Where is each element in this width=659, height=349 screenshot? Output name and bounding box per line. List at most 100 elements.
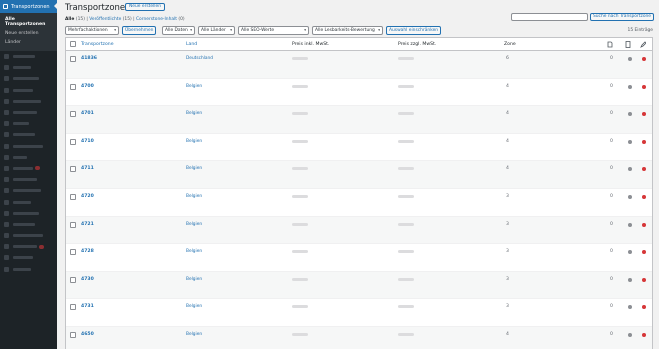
menu-label-blurred [13,200,31,204]
column-country[interactable]: Land [186,42,197,47]
country-link[interactable]: Belgien [186,332,202,337]
country-link[interactable]: Belgien [186,194,202,199]
country-link[interactable]: Belgien [186,111,202,116]
zone-name-link[interactable]: 4731 [81,304,94,309]
sidebar-item[interactable] [0,85,57,96]
menu-icon [4,143,9,149]
menu-label-blurred [13,234,43,238]
search-button[interactable]: Suche nach Transportzone [590,13,654,21]
submenu-countries[interactable]: Länder [0,38,57,47]
sidebar-item[interactable] [0,208,57,219]
country-link[interactable]: Belgien [186,166,202,171]
zones-table: Transportzone Land Preis inkl. MwSt. Pre… [65,37,653,349]
readability-status-dot [642,332,646,337]
row-checkbox[interactable] [70,56,76,62]
row-checkbox[interactable] [70,249,76,256]
page-title: Transportzonen [65,3,131,13]
zone-name-link[interactable]: 4700 [81,84,94,89]
sidebar-item[interactable] [0,129,57,140]
row-checkbox[interactable] [70,166,76,173]
countries-select[interactable]: Alle Länder ▾ [198,26,235,35]
view-cornerstone[interactable]: Cornerstone-Inhalt [136,17,177,22]
zone-name-link[interactable]: 4650 [81,332,94,337]
zone-name-link[interactable]: 4711 [81,166,94,171]
sidebar-item[interactable] [0,118,57,129]
add-new-button[interactable]: Neue erstellen [125,3,166,11]
country-link[interactable]: Belgien [186,277,202,282]
menu-label-blurred [13,245,37,249]
view-all[interactable]: Alle (15) [65,17,85,22]
sidebar-item[interactable] [0,241,57,252]
sidebar-item[interactable] [0,152,57,163]
country-link[interactable]: Belgien [186,304,202,309]
bulk-actions-select[interactable]: Mehrfachaktionen ▾ [65,26,119,35]
zone-name-link[interactable]: 4701 [81,111,94,116]
column-zone-name[interactable]: Transportzone [81,42,114,47]
menu-label-blurred [13,55,35,59]
readability-status-dot [642,139,646,144]
sidebar-item[interactable] [0,174,57,185]
menu-icon [4,132,9,138]
sidebar-item[interactable] [0,264,57,275]
sidebar-item[interactable] [0,219,57,230]
menu-label-blurred [13,122,29,126]
pencil-icon [640,41,646,48]
zone-name-link[interactable]: 4730 [81,277,94,282]
price-incl-blurred [292,139,308,143]
link-count: 0 [610,331,613,337]
sidebar-item[interactable] [0,185,57,196]
row-checkbox[interactable] [70,138,76,145]
country-link[interactable]: Belgien [186,249,202,254]
row-checkbox[interactable] [70,304,76,311]
view-published[interactable]: Veröffentlichte [89,17,121,22]
sidebar-item[interactable] [0,51,57,62]
country-link[interactable]: Belgien [186,84,202,89]
row-checkbox[interactable] [70,331,76,338]
apply-button[interactable]: Übernehmen [122,26,157,35]
seo-status-dot [628,112,632,117]
zone-name-link[interactable]: 4710 [81,139,94,144]
readability-status-dot [642,57,646,61]
zone-name-link[interactable]: 4728 [81,249,94,254]
search-input[interactable] [511,13,588,21]
sidebar-item[interactable] [0,73,57,84]
seo-select[interactable]: Alle SEO-Werte ▾ [238,26,309,35]
row-checkbox[interactable] [70,221,76,228]
row-checkbox[interactable] [70,83,76,90]
row-checkbox[interactable] [70,276,76,283]
column-price-excl: Preis zzgl. MwSt. [398,42,437,47]
sidebar-item-transportzonen[interactable]: Transportzonen [0,0,57,13]
select-all-checkbox[interactable] [70,41,76,47]
price-incl-blurred [292,112,308,116]
submenu-all-zones[interactable]: Alle Transportzonen [0,15,57,29]
country-link[interactable]: Belgien [186,139,202,144]
readability-select[interactable]: Alle Lesbarkeits-Bewertung ▾ [312,26,383,35]
menu-icon [4,110,9,116]
sidebar-item[interactable] [0,230,57,241]
price-excl-blurred [398,112,414,116]
filter-button[interactable]: Auswahl einschränken [386,26,442,35]
country-link[interactable]: Belgien [186,222,202,227]
dates-select[interactable]: Alle Daten ▾ [162,26,195,35]
zone-name-link[interactable]: 4720 [81,194,94,199]
chevron-down-icon: ▾ [378,28,380,32]
row-checkbox[interactable] [70,111,76,118]
sidebar-item[interactable] [0,163,57,174]
price-excl-blurred [398,222,414,226]
sidebar-item[interactable] [0,96,57,107]
sidebar-item[interactable] [0,141,57,152]
sidebar-item[interactable] [0,62,57,73]
price-excl-blurred [398,139,414,143]
country-link[interactable]: Deutschland [186,56,213,61]
price-incl-blurred [292,222,308,226]
menu-icon [4,65,9,71]
sidebar-item[interactable] [0,196,57,207]
row-checkbox[interactable] [70,193,76,200]
zone-name-link[interactable]: 41836 [81,56,97,61]
zone-name-link[interactable]: 4721 [81,222,94,227]
price-incl-blurred [292,305,308,309]
readability-status-dot [642,277,646,282]
submenu-new[interactable]: Neue erstellen [0,29,57,38]
sidebar-item[interactable] [0,107,57,118]
sidebar-item[interactable] [0,252,57,263]
